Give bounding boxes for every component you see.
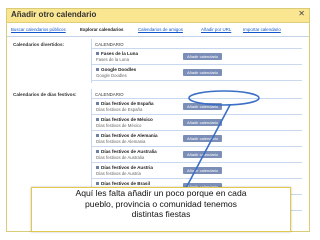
- callout-text-line: distintas fiestas: [131, 209, 191, 219]
- add-calendar-button[interactable]: Añadir calendario: [183, 69, 222, 76]
- dialog-title: Añadir otro calendario: [11, 10, 97, 19]
- tab-friends[interactable]: Calendarios de amigos: [138, 27, 183, 32]
- calendar-icon: [96, 166, 99, 170]
- calendar-subtitle: Días festivos de Australia: [96, 155, 145, 160]
- calendar-icon: [96, 118, 99, 122]
- dialog-titlebar: Añadir otro calendario ✕: [7, 9, 309, 23]
- callout-text-line: Aquí les falta añadir un poco porque en …: [75, 188, 247, 198]
- add-calendar-button[interactable]: Añadir calendario: [183, 119, 222, 126]
- calendar-subtitle: Días festivos de Austria: [96, 171, 141, 176]
- tab-search-public[interactable]: Buscar calendarios públicos: [11, 27, 66, 32]
- calendar-row: Días festivos de Alemania Días festivos …: [92, 132, 302, 147]
- calendar-row: Días festivos de Australia Días festivos…: [92, 148, 302, 163]
- tab-add-url[interactable]: Añadir por URL: [201, 27, 231, 32]
- calendar-subtitle: Google Doodles: [96, 73, 127, 78]
- tab-import[interactable]: Importar calendario: [243, 27, 281, 32]
- calendar-icon: [96, 150, 99, 154]
- calendar-name: Días festivos de México: [96, 117, 153, 122]
- calendar-row: Google Doodles Google Doodles Añadir cal…: [92, 66, 302, 81]
- close-icon[interactable]: ✕: [298, 9, 305, 18]
- add-calendar-button[interactable]: Añadir calendario: [183, 151, 222, 158]
- calendar-row: Días festivos de Austria Días festivos d…: [92, 164, 302, 179]
- calendar-icon: [96, 102, 99, 106]
- calendar-icon: [96, 68, 99, 72]
- section-title-interesting: Calendarios divertidos:: [13, 42, 65, 47]
- calendar-icon: [96, 134, 99, 138]
- calendar-row: Días festivos de España Días festivos de…: [92, 100, 302, 115]
- section-title-holidays: Calendarios de días festivos:: [13, 92, 77, 97]
- calendar-icon: [96, 182, 99, 186]
- calendar-name: Días festivos de Alemania: [96, 133, 158, 138]
- callout: Aquí les falta añadir un poco porque en …: [31, 187, 291, 232]
- calendar-name: Google Doodles: [96, 67, 136, 72]
- callout-box: Aquí les falta añadir un poco porque en …: [31, 187, 291, 232]
- add-calendar-button[interactable]: Añadir calendario: [183, 53, 222, 60]
- calendar-subtitle: Días festivos de España: [96, 107, 143, 112]
- calendar-name: Fases de la Luna: [96, 51, 138, 56]
- calendar-name: Días festivos de Brasil: [96, 181, 150, 186]
- calendar-icon: [96, 52, 99, 56]
- calendar-name: Días festivos de Austria: [96, 165, 153, 170]
- tab-bar: Buscar calendarios públicos Explorar cal…: [7, 24, 309, 36]
- calendar-subtitle: Días festivos de México: [96, 123, 142, 128]
- calendar-row: Fases de la Luna Fases de la Luna Añadir…: [92, 50, 302, 65]
- add-calendar-button[interactable]: Añadir calendario: [183, 103, 222, 110]
- add-calendar-button[interactable]: Añadir calendario: [183, 135, 222, 142]
- tab-explore[interactable]: Explorar calendarios: [80, 27, 123, 32]
- section-interesting: Calendarios divertidos: CALENDARIO Fases…: [7, 39, 309, 89]
- tabs-divider: [7, 36, 309, 37]
- add-calendar-button[interactable]: Añadir calendario: [183, 167, 222, 174]
- column-header: CALENDARIO: [92, 39, 302, 49]
- calendar-row: Días festivos de México Días festivos de…: [92, 116, 302, 131]
- calendar-name: Días festivos de España: [96, 101, 154, 106]
- column-header: CALENDARIO: [92, 89, 302, 99]
- calendar-box-interesting: CALENDARIO Fases de la Luna Fases de la …: [91, 39, 302, 83]
- calendar-subtitle: Días festivos de Alemania: [96, 139, 146, 144]
- calendar-name: Días festivos de Australia: [96, 149, 157, 154]
- calendar-subtitle: Fases de la Luna: [96, 57, 129, 62]
- callout-text-line: pueblo, provincia o comunidad tenemos: [85, 198, 237, 209]
